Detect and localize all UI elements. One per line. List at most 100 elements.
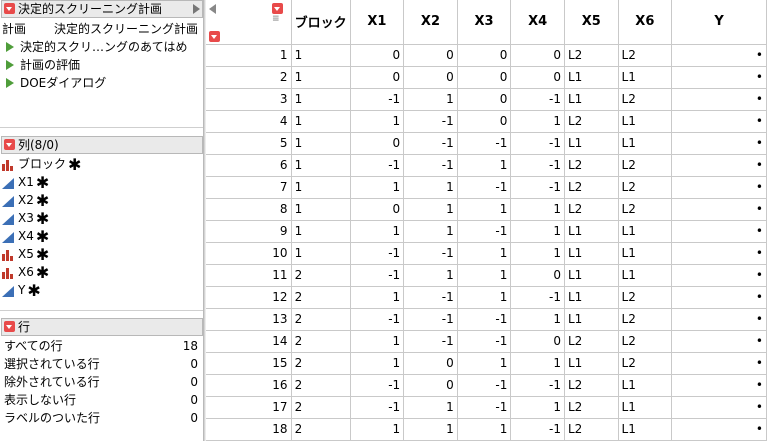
table-cell[interactable]: 1 — [291, 132, 351, 155]
collapse-arrow-icon[interactable] — [193, 4, 200, 14]
col-header-x6[interactable]: X6 — [618, 0, 673, 45]
property-star-icon[interactable]: ✱ — [27, 281, 40, 300]
table-cell[interactable]: 1 — [350, 176, 405, 199]
table-cell[interactable]: 1 — [350, 220, 405, 243]
table-cell[interactable]: L1 — [564, 66, 619, 89]
table-cell[interactable]: 0 — [510, 330, 565, 353]
missing-value-cell[interactable]: • — [671, 154, 767, 177]
table-cell[interactable]: -1 — [510, 374, 565, 397]
row-number[interactable]: 9 — [206, 220, 292, 243]
table-cell[interactable]: 2 — [291, 352, 351, 375]
table-cell[interactable]: 1 — [510, 308, 565, 331]
table-cell[interactable]: 1 — [457, 352, 512, 375]
col-header-x3[interactable]: X3 — [457, 0, 512, 45]
table-cell[interactable]: -1 — [350, 308, 405, 331]
table-cell[interactable]: 0 — [403, 352, 458, 375]
script-fit[interactable]: 決定的スクリ…ングのあてはめ — [2, 38, 188, 56]
column-item[interactable]: X2 ✱ — [2, 191, 49, 209]
table-cell[interactable]: 1 — [403, 418, 458, 441]
table-cell[interactable]: L1 — [564, 264, 619, 287]
table-cell[interactable]: -1 — [403, 308, 458, 331]
table-cell[interactable]: -1 — [350, 374, 405, 397]
table-cell[interactable]: 0 — [350, 66, 405, 89]
table-cell[interactable]: L1 — [564, 308, 619, 331]
table-row[interactable]: 4 1 1 -1 0 1 L2 L1 • — [206, 110, 767, 133]
row-number[interactable]: 11 — [206, 264, 292, 287]
table-cell[interactable]: 0 — [457, 44, 512, 67]
missing-value-cell[interactable]: • — [671, 66, 767, 89]
table-cell[interactable]: -1 — [510, 88, 565, 111]
missing-value-cell[interactable]: • — [671, 220, 767, 243]
rows-menu-icon[interactable] — [209, 31, 220, 42]
table-cell[interactable]: L1 — [618, 220, 673, 243]
table-cell[interactable]: -1 — [510, 286, 565, 309]
run-script-icon[interactable] — [6, 77, 14, 88]
table-cell[interactable]: 2 — [291, 308, 351, 331]
table-cell[interactable]: L1 — [618, 396, 673, 419]
table-cell[interactable]: 1 — [457, 264, 512, 287]
col-header-y[interactable]: Y — [671, 0, 767, 45]
table-row[interactable]: 15 2 1 0 1 1 L1 L2 • — [206, 352, 767, 375]
table-cell[interactable]: L1 — [618, 132, 673, 155]
row-number[interactable]: 3 — [206, 88, 292, 111]
table-row[interactable]: 1 1 0 0 0 0 L2 L2 • — [206, 44, 767, 67]
row-number[interactable]: 18 — [206, 418, 292, 441]
table-cell[interactable]: -1 — [350, 154, 405, 177]
table-cell[interactable]: 1 — [457, 198, 512, 221]
col-header-x4[interactable]: X4 — [510, 0, 565, 45]
missing-value-cell[interactable]: • — [671, 308, 767, 331]
red-triangle-menu-icon[interactable] — [4, 139, 15, 150]
table-row[interactable]: 18 2 1 1 1 -1 L2 L1 • — [206, 418, 767, 441]
table-row[interactable]: 14 2 1 -1 -1 0 L2 L2 • — [206, 330, 767, 353]
table-cell[interactable]: 1 — [350, 330, 405, 353]
table-cell[interactable]: 1 — [403, 264, 458, 287]
table-cell[interactable]: 1 — [510, 198, 565, 221]
table-cell[interactable]: -1 — [510, 132, 565, 155]
column-item[interactable]: X4 ✱ — [2, 227, 49, 245]
table-cell[interactable]: L1 — [618, 418, 673, 441]
table-cell[interactable]: 0 — [403, 66, 458, 89]
table-cell[interactable]: L2 — [564, 110, 619, 133]
table-cell[interactable]: L1 — [564, 242, 619, 265]
table-cell[interactable]: -1 — [350, 396, 405, 419]
table-cell[interactable]: 1 — [510, 352, 565, 375]
table-cell[interactable]: L2 — [618, 308, 673, 331]
table-row[interactable]: 6 1 -1 -1 1 -1 L2 L2 • — [206, 154, 767, 177]
table-row[interactable]: 5 1 0 -1 -1 -1 L1 L1 • — [206, 132, 767, 155]
column-item[interactable]: X1 ✱ — [2, 173, 49, 191]
row-number[interactable]: 6 — [206, 154, 292, 177]
table-row[interactable]: 17 2 -1 1 -1 1 L2 L1 • — [206, 396, 767, 419]
table-cell[interactable]: 2 — [291, 286, 351, 309]
table-cell[interactable]: 1 — [510, 396, 565, 419]
table-cell[interactable]: 1 — [350, 418, 405, 441]
table-cell[interactable]: -1 — [350, 88, 405, 111]
table-cell[interactable]: 1 — [457, 286, 512, 309]
table-cell[interactable]: 0 — [457, 66, 512, 89]
table-cell[interactable]: L2 — [564, 44, 619, 67]
table-row[interactable]: 3 1 -1 1 0 -1 L1 L2 • — [206, 88, 767, 111]
design-panel-header[interactable]: 決定的スクリーニング計画 — [1, 0, 203, 18]
table-cell[interactable]: -1 — [350, 242, 405, 265]
col-header-x1[interactable]: X1 — [350, 0, 405, 45]
table-cell[interactable]: 1 — [291, 198, 351, 221]
table-cell[interactable]: 1 — [291, 242, 351, 265]
column-item[interactable]: Y ✱ — [2, 281, 41, 299]
table-cell[interactable]: -1 — [403, 330, 458, 353]
table-cell[interactable]: L1 — [618, 66, 673, 89]
missing-value-cell[interactable]: • — [671, 352, 767, 375]
table-cell[interactable]: 1 — [291, 176, 351, 199]
red-triangle-menu-icon[interactable] — [4, 3, 15, 14]
missing-value-cell[interactable]: • — [671, 286, 767, 309]
table-cell[interactable]: 1 — [403, 396, 458, 419]
row-number[interactable]: 17 — [206, 396, 292, 419]
row-number[interactable]: 15 — [206, 352, 292, 375]
table-cell[interactable]: 1 — [350, 286, 405, 309]
script-evaluate[interactable]: 計画の評価 — [2, 56, 80, 74]
table-cell[interactable]: 1 — [291, 110, 351, 133]
missing-value-cell[interactable]: • — [671, 396, 767, 419]
table-cell[interactable]: 1 — [457, 242, 512, 265]
table-row[interactable]: 7 1 1 1 -1 -1 L2 L2 • — [206, 176, 767, 199]
table-cell[interactable]: -1 — [457, 330, 512, 353]
col-header-x2[interactable]: X2 — [403, 0, 458, 45]
red-triangle-menu-icon[interactable] — [4, 321, 15, 332]
